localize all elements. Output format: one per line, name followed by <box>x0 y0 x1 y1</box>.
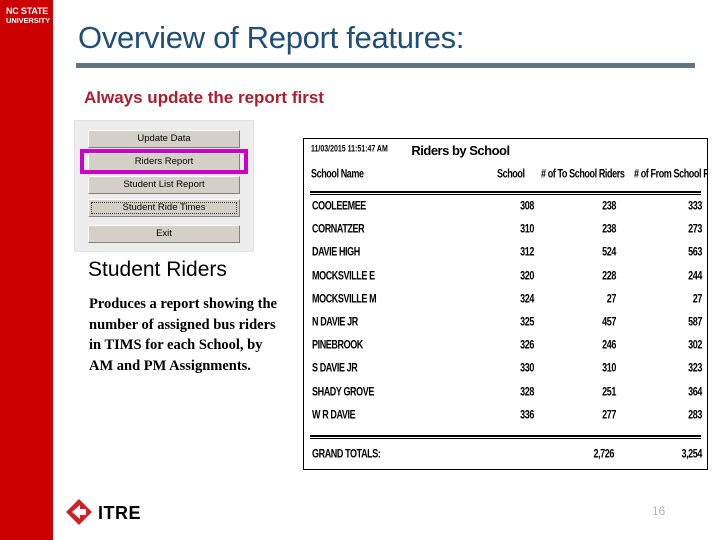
cell-to-riders: 246 <box>602 338 616 352</box>
cell-school-code: 325 <box>520 314 534 328</box>
riders-report-button[interactable]: Riders Report <box>88 153 240 171</box>
cell-school-name: N DAVIE JR <box>312 314 358 328</box>
table-row: COOLEEMEE 308 238 333 <box>304 199 707 222</box>
cell-school-name: PINEBROOK <box>312 338 363 352</box>
riders-by-school-report: 11/03/2015 11:51:47 AM Riders by School … <box>303 138 708 470</box>
cell-school-name: MOCKSVILLE E <box>312 268 375 282</box>
table-row: S DAVIE JR 330 310 323 <box>304 361 707 384</box>
column-header-from-riders: # of From School Riders <box>634 167 707 180</box>
cell-to-riders: 457 <box>602 314 616 328</box>
cell-from-riders: 587 <box>688 314 702 328</box>
table-row: DAVIE HIGH 312 524 563 <box>304 245 707 268</box>
column-header-school: School <box>497 167 525 180</box>
title-divider <box>76 63 695 68</box>
cell-school-code: 336 <box>520 407 534 421</box>
focus-ring <box>91 202 237 214</box>
cell-school-code: 310 <box>520 222 534 236</box>
page-title: Overview of Report features: <box>78 20 465 55</box>
report-grand-totals: GRAND TOTALS: 2,726 3,254 <box>304 447 707 467</box>
update-data-button[interactable]: Update Data <box>88 130 240 148</box>
table-row: CORNATZER 310 238 273 <box>304 222 707 245</box>
nc-state-logo: NC STATE UNIVERSITY <box>6 6 52 26</box>
cell-to-riders: 238 <box>602 222 616 236</box>
cell-school-name: W R DAVIE <box>312 407 356 421</box>
table-row: N DAVIE JR 325 457 587 <box>304 315 707 338</box>
table-row: W R DAVIE 336 277 283 <box>304 408 707 431</box>
cell-to-riders: 27 <box>606 291 617 305</box>
cell-school-code: 320 <box>520 268 534 282</box>
cell-to-riders: 251 <box>602 384 616 398</box>
cell-school-name: MOCKSVILLE M <box>312 291 377 305</box>
grand-totals-from-riders: 3,254 <box>681 447 702 460</box>
cell-from-riders: 364 <box>688 384 702 398</box>
cell-school-code: 326 <box>520 338 534 352</box>
cell-to-riders: 524 <box>602 245 616 259</box>
cell-school-name: DAVIE HIGH <box>312 245 360 259</box>
student-list-report-button[interactable]: Student List Report <box>88 176 240 194</box>
report-column-headers: School Name School # of To School Riders… <box>304 167 707 183</box>
cell-from-riders: 244 <box>688 268 702 282</box>
section-body-text: Produces a report showing the number of … <box>89 296 277 374</box>
cell-school-code: 324 <box>520 291 534 305</box>
cell-to-riders: 228 <box>602 268 616 282</box>
cell-from-riders: 273 <box>688 222 702 236</box>
cell-school-code: 330 <box>520 361 534 375</box>
cell-school-code: 308 <box>520 199 534 212</box>
student-ride-times-button[interactable]: Student Ride Times <box>88 199 240 217</box>
cell-from-riders: 302 <box>688 338 702 352</box>
column-header-school-name: School Name <box>311 167 364 180</box>
exit-button[interactable]: Exit <box>88 225 240 243</box>
section-heading: Student Riders <box>88 258 227 281</box>
cell-school-name: CORNATZER <box>312 222 365 236</box>
cell-from-riders: 27 <box>692 291 703 305</box>
cell-from-riders: 563 <box>688 245 702 259</box>
report-title: Riders by School <box>411 143 510 158</box>
page-subtitle: Always update the report first <box>84 88 324 107</box>
cell-from-riders: 323 <box>688 361 702 375</box>
table-row: MOCKSVILLE E 320 228 244 <box>304 269 707 292</box>
nc-state-logo-line2: UNIVERSITY <box>6 16 51 26</box>
itre-wordmark: ITRE <box>98 503 142 523</box>
itre-diamond-icon <box>66 499 92 525</box>
cell-to-riders: 238 <box>602 199 616 212</box>
grand-totals-to-riders: 2,726 <box>593 447 614 460</box>
column-header-to-riders: # of To School Riders <box>541 167 625 180</box>
report-totals-rule <box>310 435 701 439</box>
cell-from-riders: 333 <box>688 199 702 212</box>
table-row: PINEBROOK 326 246 302 <box>304 338 707 361</box>
cell-school-code: 312 <box>520 245 534 259</box>
slide-canvas: NC STATE UNIVERSITY Overview of Report f… <box>0 0 720 540</box>
report-header-rule <box>310 191 701 195</box>
cell-school-name: SHADY GROVE <box>312 384 374 398</box>
grand-totals-label: GRAND TOTALS: <box>312 447 381 460</box>
table-row: MOCKSVILLE M 324 27 27 <box>304 292 707 315</box>
cell-to-riders: 310 <box>602 361 616 375</box>
itre-logo: ITRE <box>66 497 186 527</box>
page-number: 16 <box>652 504 666 518</box>
cell-school-name: S DAVIE JR <box>312 361 358 375</box>
cell-school-code: 328 <box>520 384 534 398</box>
cell-school-name: COOLEEMEE <box>312 199 366 212</box>
nc-state-logo-line1: NC STATE <box>6 6 49 16</box>
report-rows: COOLEEMEE 308 238 333 CORNATZER 310 238 273 DAVI… <box>304 199 707 431</box>
brand-sidebar: NC STATE UNIVERSITY <box>0 0 53 540</box>
cell-from-riders: 283 <box>688 407 702 421</box>
cell-to-riders: 277 <box>602 407 616 421</box>
table-row: SHADY GROVE 328 251 364 <box>304 385 707 408</box>
app-button-panel: Update Data Riders Report Student List R… <box>74 120 254 252</box>
